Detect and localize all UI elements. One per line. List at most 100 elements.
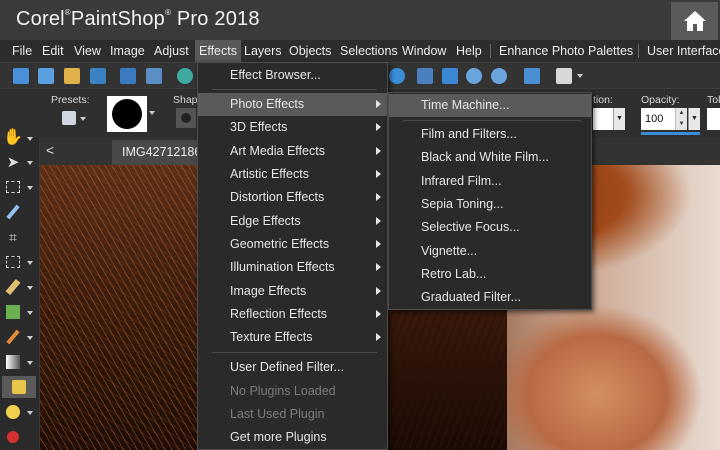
straighten-tool-icon[interactable] bbox=[4, 253, 22, 271]
menu-item-label: No Plugins Loaded bbox=[230, 384, 336, 398]
menu-item-black-and-white-film[interactable]: Black and White Film... bbox=[389, 146, 591, 169]
app-title: Corel®PaintShop® Pro 2018 bbox=[16, 8, 260, 31]
chevron-down-icon[interactable] bbox=[27, 336, 33, 340]
menu-item-label: Graduated Filter... bbox=[421, 290, 522, 304]
menu-user-interface[interactable]: User Interface bbox=[647, 40, 720, 62]
chevron-right-icon bbox=[376, 123, 381, 131]
menu-item-graduated-filter[interactable]: Graduated Filter... bbox=[389, 286, 591, 309]
flood-fill-tool-icon[interactable] bbox=[4, 403, 22, 421]
menu-effects[interactable]: Effects bbox=[195, 40, 241, 62]
menu-item-vignette[interactable]: Vignette... bbox=[389, 240, 591, 263]
menu-item-label: Texture Effects bbox=[230, 330, 313, 344]
option-field[interactable] bbox=[593, 108, 613, 130]
menu-file[interactable]: File bbox=[12, 40, 32, 62]
info-icon[interactable] bbox=[389, 68, 405, 84]
shape-round-button[interactable] bbox=[176, 108, 196, 128]
menu-item-3d-effects[interactable]: 3D Effects bbox=[198, 116, 387, 139]
save-as-icon[interactable] bbox=[146, 68, 162, 84]
dropper-tool-icon[interactable] bbox=[4, 203, 22, 221]
chevron-down-icon[interactable] bbox=[27, 161, 33, 165]
menu-divider bbox=[212, 89, 377, 90]
gradient-tool-icon[interactable] bbox=[4, 353, 22, 371]
home-button[interactable] bbox=[671, 2, 718, 40]
calendar-icon[interactable] bbox=[417, 68, 433, 84]
menu-item-distortion-effects[interactable]: Distortion Effects bbox=[198, 186, 387, 209]
menu-item-sepia-toning[interactable]: Sepia Toning... bbox=[389, 193, 591, 216]
menu-item-infrared-film[interactable]: Infrared Film... bbox=[389, 170, 591, 193]
menu-selections[interactable]: Selections bbox=[340, 40, 398, 62]
share-icon[interactable] bbox=[177, 68, 193, 84]
menu-view[interactable]: View bbox=[74, 40, 101, 62]
chevron-down-icon[interactable] bbox=[27, 311, 33, 315]
chevron-down-icon[interactable] bbox=[149, 111, 155, 115]
menu-item-get-more-plugins[interactable]: Get more Plugins bbox=[198, 426, 387, 449]
menu-item-label: User Defined Filter... bbox=[230, 360, 344, 374]
chevron-down-icon[interactable]: ▼ bbox=[613, 108, 625, 130]
title-bar: Corel®PaintShop® Pro 2018 bbox=[0, 0, 720, 40]
opacity-spinbox[interactable]: 100 ▲ ▼ bbox=[641, 108, 687, 130]
menu-item-photo-effects[interactable]: Photo Effects bbox=[198, 93, 387, 116]
chevron-down-icon[interactable] bbox=[27, 411, 33, 415]
menu-item-artistic-effects[interactable]: Artistic Effects bbox=[198, 163, 387, 186]
crop-tool-icon[interactable]: ⌗ bbox=[4, 228, 22, 246]
menu-item-edge-effects[interactable]: Edge Effects bbox=[198, 210, 387, 233]
menu-item-no-plugins-loaded: No Plugins Loaded bbox=[198, 380, 387, 403]
menu-objects[interactable]: Objects bbox=[289, 40, 331, 62]
scan-icon[interactable] bbox=[90, 68, 106, 84]
menu-item-user-defined-filter[interactable]: User Defined Filter... bbox=[198, 356, 387, 379]
new-grid-icon[interactable] bbox=[38, 68, 54, 84]
chevron-down-icon[interactable] bbox=[27, 361, 33, 365]
chevron-left-icon[interactable]: < bbox=[46, 142, 54, 158]
menu-item-reflection-effects[interactable]: Reflection Effects bbox=[198, 303, 387, 326]
menu-help[interactable]: Help bbox=[456, 40, 482, 62]
menu-enhance-photo[interactable]: Enhance Photo bbox=[499, 40, 585, 62]
presets-icon[interactable] bbox=[62, 111, 76, 125]
menu-adjust[interactable]: Adjust bbox=[154, 40, 189, 62]
menu-item-film-and-filters[interactable]: Film and Filters... bbox=[389, 123, 591, 146]
paint-brush-tool-icon[interactable] bbox=[4, 328, 22, 346]
chevron-down-icon[interactable] bbox=[577, 74, 583, 78]
menu-item-label: Retro Lab... bbox=[421, 267, 487, 281]
fit-window-icon[interactable] bbox=[442, 68, 458, 84]
chevron-down-icon[interactable] bbox=[80, 117, 86, 121]
menu-item-geometric-effects[interactable]: Geometric Effects bbox=[198, 233, 387, 256]
arrange-icon[interactable] bbox=[556, 68, 572, 84]
menu-palettes[interactable]: Palettes bbox=[588, 40, 633, 62]
text-tool-icon[interactable] bbox=[4, 303, 22, 321]
menu-item-illumination-effects[interactable]: Illumination Effects bbox=[198, 256, 387, 279]
menu-item-retro-lab[interactable]: Retro Lab... bbox=[389, 263, 591, 286]
menu-divider bbox=[403, 120, 581, 121]
new-file-icon[interactable] bbox=[13, 68, 29, 84]
zoom-out-icon[interactable] bbox=[491, 68, 507, 84]
chevron-down-icon[interactable]: ▼ bbox=[688, 108, 700, 130]
tolerance-field[interactable] bbox=[707, 108, 720, 130]
menu-edit[interactable]: Edit bbox=[42, 40, 64, 62]
opacity-slider[interactable] bbox=[641, 132, 700, 135]
menu-window[interactable]: Window bbox=[402, 40, 446, 62]
menu-item-selective-focus[interactable]: Selective Focus... bbox=[389, 216, 591, 239]
spin-arrows-icon[interactable]: ▲ ▼ bbox=[675, 108, 687, 130]
red-eye-tool-icon[interactable] bbox=[4, 428, 22, 446]
pan-tool-icon[interactable]: ✋ bbox=[3, 128, 23, 146]
open-folder-icon[interactable] bbox=[64, 68, 80, 84]
brush-preview[interactable] bbox=[107, 96, 147, 132]
color-changer-tool-icon[interactable] bbox=[2, 376, 36, 398]
selection-tool-icon[interactable] bbox=[4, 178, 22, 196]
menu-item-texture-effects[interactable]: Texture Effects bbox=[198, 326, 387, 349]
menu-item-image-effects[interactable]: Image Effects bbox=[198, 280, 387, 303]
zoom-in-icon[interactable] bbox=[466, 68, 482, 84]
menu-image[interactable]: Image bbox=[110, 40, 145, 62]
chevron-down-icon[interactable] bbox=[27, 186, 33, 190]
makeover-tool-icon[interactable] bbox=[4, 278, 22, 296]
actual-size-icon[interactable] bbox=[524, 68, 540, 84]
pick-tool-icon[interactable]: ➤ bbox=[4, 153, 22, 171]
menu-item-label: Artistic Effects bbox=[230, 167, 309, 181]
menu-item-art-media-effects[interactable]: Art Media Effects bbox=[198, 140, 387, 163]
menu-layers[interactable]: Layers bbox=[244, 40, 282, 62]
chevron-down-icon[interactable] bbox=[27, 286, 33, 290]
chevron-down-icon[interactable] bbox=[27, 137, 33, 141]
menu-item-time-machine[interactable]: Time Machine... bbox=[389, 94, 591, 117]
chevron-down-icon[interactable] bbox=[27, 261, 33, 265]
save-icon[interactable] bbox=[120, 68, 136, 84]
menu-item-effect-browser[interactable]: Effect Browser... bbox=[198, 64, 387, 87]
